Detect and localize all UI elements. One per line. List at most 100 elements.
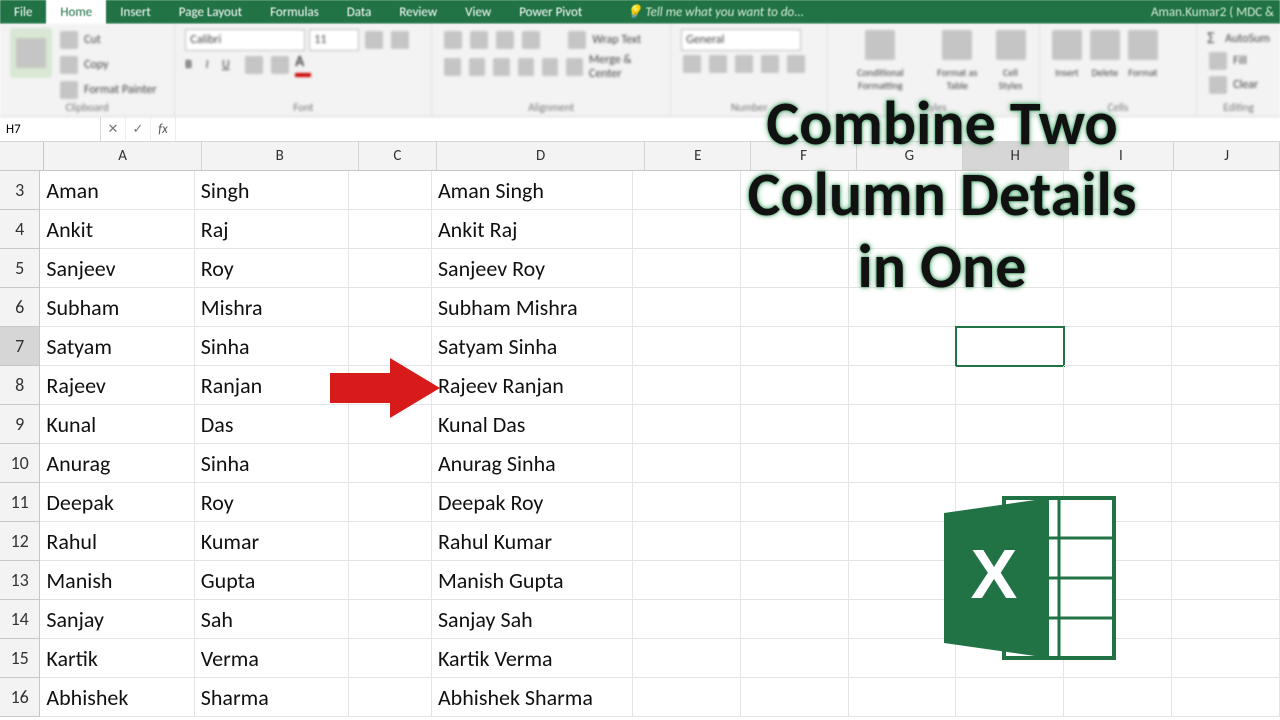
tell-me[interactable]: 💡 Tell me what you want to do...: [626, 5, 804, 20]
cell-C9[interactable]: [349, 405, 432, 444]
cell-B8[interactable]: Ranjan: [195, 366, 349, 405]
tab-file[interactable]: File: [0, 0, 46, 24]
row-header[interactable]: 16: [0, 678, 40, 717]
cell-D14[interactable]: Sanjay Sah: [432, 600, 633, 639]
name-box[interactable]: H7: [0, 117, 101, 141]
cell-E3[interactable]: [633, 171, 741, 210]
fill-color-icon[interactable]: [271, 56, 289, 74]
cell-B3[interactable]: Singh: [195, 171, 349, 210]
cell-F7[interactable]: [741, 327, 849, 366]
cell-H5[interactable]: [956, 249, 1064, 288]
bold-button[interactable]: B: [185, 58, 192, 72]
col-header-I[interactable]: I: [1069, 142, 1175, 170]
cell-H14[interactable]: [956, 600, 1064, 639]
cell-D6[interactable]: Subham Mishra: [432, 288, 633, 327]
row-header[interactable]: 13: [0, 561, 40, 600]
enter-formula-icon[interactable]: ✓: [126, 117, 151, 141]
tab-formulas[interactable]: Formulas: [256, 0, 333, 24]
cell-H6[interactable]: [956, 288, 1064, 327]
cell-A10[interactable]: Anurag: [40, 444, 194, 483]
cell-B7[interactable]: Sinha: [195, 327, 349, 366]
col-header-B[interactable]: B: [202, 142, 359, 170]
cell-B4[interactable]: Raj: [195, 210, 349, 249]
cell-G7[interactable]: [849, 327, 957, 366]
clear-button[interactable]: Clear: [1207, 74, 1270, 96]
align-left-icon[interactable]: [444, 58, 460, 76]
cell-D12[interactable]: Rahul Kumar: [432, 522, 633, 561]
cell-I5[interactable]: [1064, 249, 1172, 288]
cell-I4[interactable]: [1064, 210, 1172, 249]
cell-C16[interactable]: [349, 678, 432, 717]
cell-A16[interactable]: Abhishek: [40, 678, 194, 717]
cell-E8[interactable]: [633, 366, 741, 405]
cell-F9[interactable]: [741, 405, 849, 444]
inc-decimal-icon[interactable]: [761, 55, 779, 73]
tab-view[interactable]: View: [451, 0, 505, 24]
cell-G12[interactable]: [849, 522, 957, 561]
cell-E13[interactable]: [633, 561, 741, 600]
col-header-C[interactable]: C: [359, 142, 437, 170]
cell-G9[interactable]: [849, 405, 957, 444]
cell-A15[interactable]: Kartik: [40, 639, 194, 678]
tab-data[interactable]: Data: [333, 0, 386, 24]
cell-G11[interactable]: [849, 483, 957, 522]
cell-G10[interactable]: [849, 444, 957, 483]
col-header-F[interactable]: F: [751, 142, 857, 170]
cell-I12[interactable]: [1064, 522, 1172, 561]
cell-F3[interactable]: [741, 171, 849, 210]
cell-J8[interactable]: [1172, 366, 1280, 405]
cell-E7[interactable]: [633, 327, 741, 366]
cell-G3[interactable]: [849, 171, 957, 210]
cell-G15[interactable]: [849, 639, 957, 678]
tab-review[interactable]: Review: [385, 0, 451, 24]
cell-I16[interactable]: [1064, 678, 1172, 717]
cell-E10[interactable]: [633, 444, 741, 483]
cell-J3[interactable]: [1172, 171, 1280, 210]
cell-J12[interactable]: [1172, 522, 1280, 561]
cell-F15[interactable]: [741, 639, 849, 678]
cell-C5[interactable]: [349, 249, 432, 288]
row-header[interactable]: 12: [0, 522, 40, 561]
cell-J7[interactable]: [1172, 327, 1280, 366]
cell-J14[interactable]: [1172, 600, 1280, 639]
cell-A14[interactable]: Sanjay: [40, 600, 194, 639]
cell-I9[interactable]: [1064, 405, 1172, 444]
cell-C8[interactable]: [349, 366, 432, 405]
row-header[interactable]: 4: [0, 210, 40, 249]
cancel-formula-icon[interactable]: ✕: [101, 117, 126, 141]
row-header[interactable]: 3: [0, 171, 40, 210]
cell-I14[interactable]: [1064, 600, 1172, 639]
cell-G16[interactable]: [849, 678, 957, 717]
cell-H9[interactable]: [956, 405, 1064, 444]
cell-G6[interactable]: [849, 288, 957, 327]
decrease-font-icon[interactable]: [391, 31, 409, 49]
cell-A13[interactable]: Manish: [40, 561, 194, 600]
row-header[interactable]: 6: [0, 288, 40, 327]
cell-C12[interactable]: [349, 522, 432, 561]
cell-D15[interactable]: Kartik Verma: [432, 639, 633, 678]
font-size-select[interactable]: 11: [309, 29, 359, 51]
cell-E6[interactable]: [633, 288, 741, 327]
cell-F14[interactable]: [741, 600, 849, 639]
cell-D16[interactable]: Abhishek Sharma: [432, 678, 633, 717]
delete-cells-button[interactable]: Delete: [1088, 28, 1122, 79]
col-header-E[interactable]: E: [645, 142, 751, 170]
cell-I15[interactable]: [1064, 639, 1172, 678]
align-mid-icon[interactable]: [470, 31, 488, 49]
cell-A4[interactable]: Ankit: [40, 210, 194, 249]
cell-I6[interactable]: [1064, 288, 1172, 327]
row-header[interactable]: 15: [0, 639, 40, 678]
cell-J4[interactable]: [1172, 210, 1280, 249]
cell-J15[interactable]: [1172, 639, 1280, 678]
indent-dec-icon[interactable]: [518, 58, 534, 76]
cell-F10[interactable]: [741, 444, 849, 483]
cell-E4[interactable]: [633, 210, 741, 249]
cell-B10[interactable]: Sinha: [195, 444, 349, 483]
cell-J6[interactable]: [1172, 288, 1280, 327]
cell-C4[interactable]: [349, 210, 432, 249]
cell-D3[interactable]: Aman Singh: [432, 171, 633, 210]
cell-A3[interactable]: Aman: [40, 171, 194, 210]
row-header[interactable]: 5: [0, 249, 40, 288]
align-bot-icon[interactable]: [496, 31, 514, 49]
cell-E9[interactable]: [633, 405, 741, 444]
